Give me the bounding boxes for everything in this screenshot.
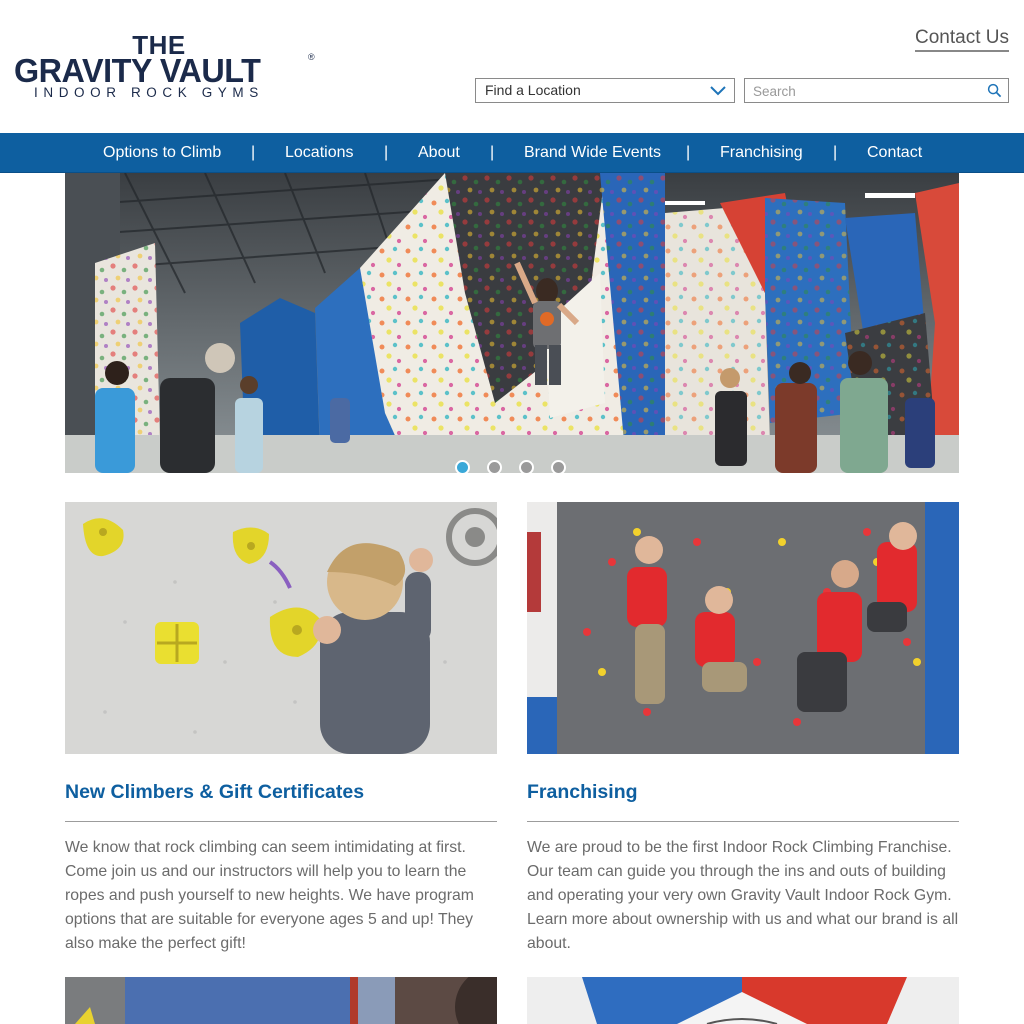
card-divider xyxy=(65,821,497,822)
find-location-dropdown[interactable]: Find a Location xyxy=(475,78,735,103)
registered-mark: ® xyxy=(308,52,315,62)
new-climbers-text: We know that rock climbing can seem inti… xyxy=(65,839,474,952)
nav-item-contact[interactable]: Contact xyxy=(867,143,922,163)
search-icon[interactable] xyxy=(987,83,1002,98)
franchising-title[interactable]: Franchising xyxy=(527,780,638,804)
nav-item-brand-wide-events[interactable]: Brand Wide Events xyxy=(524,143,661,163)
find-location-value: Find a Location xyxy=(485,82,581,98)
chevron-down-icon xyxy=(710,86,726,96)
card-divider xyxy=(527,821,959,822)
team-on-wall-photo xyxy=(527,502,959,754)
franchising-image[interactable] xyxy=(527,502,959,754)
child-climbing-photo xyxy=(65,502,497,754)
slider-dot-3[interactable] xyxy=(519,460,534,475)
new-climbers-image[interactable] xyxy=(65,502,497,754)
nav-item-options-to-climb[interactable]: Options to Climb xyxy=(103,143,221,163)
site-header: THE GRAVITY VAULT ® INDOOR ROCK GYMS Con… xyxy=(0,0,1024,133)
hero-slider-image[interactable] xyxy=(65,173,959,473)
next-card-image-left[interactable] xyxy=(65,977,497,1024)
wall-detail-photo xyxy=(527,977,959,1024)
logo-tagline: INDOOR ROCK GYMS xyxy=(34,85,264,100)
slider-dot-4[interactable] xyxy=(551,460,566,475)
new-climbers-title[interactable]: New Climbers & Gift Certificates xyxy=(65,780,364,804)
nav-separator: | xyxy=(384,144,389,161)
search-input[interactable] xyxy=(753,82,978,100)
gravity-vault-logo[interactable]: THE GRAVITY VAULT ® INDOOR ROCK GYMS xyxy=(14,32,318,104)
logo-line-name: GRAVITY VAULT xyxy=(14,52,261,89)
slider-dot-1[interactable] xyxy=(455,460,470,475)
contact-us-link[interactable]: Contact Us xyxy=(915,27,1009,52)
slider-dot-2[interactable] xyxy=(487,460,502,475)
climbing-gym-photo xyxy=(65,173,959,473)
search-field[interactable] xyxy=(744,78,1009,103)
nav-separator: | xyxy=(251,144,256,161)
next-card-image-right[interactable] xyxy=(527,977,959,1024)
climbing-closeup-photo xyxy=(65,977,497,1024)
nav-item-locations[interactable]: Locations xyxy=(285,143,354,163)
nav-separator: | xyxy=(490,144,495,161)
franchising-text: We are proud to be the first Indoor Rock… xyxy=(527,839,959,952)
nav-separator: | xyxy=(833,144,838,161)
nav-separator: | xyxy=(686,144,691,161)
nav-item-about[interactable]: About xyxy=(418,143,460,163)
main-nav: Options to Climb | Locations | About | B… xyxy=(0,133,1024,173)
nav-item-franchising[interactable]: Franchising xyxy=(720,143,803,163)
